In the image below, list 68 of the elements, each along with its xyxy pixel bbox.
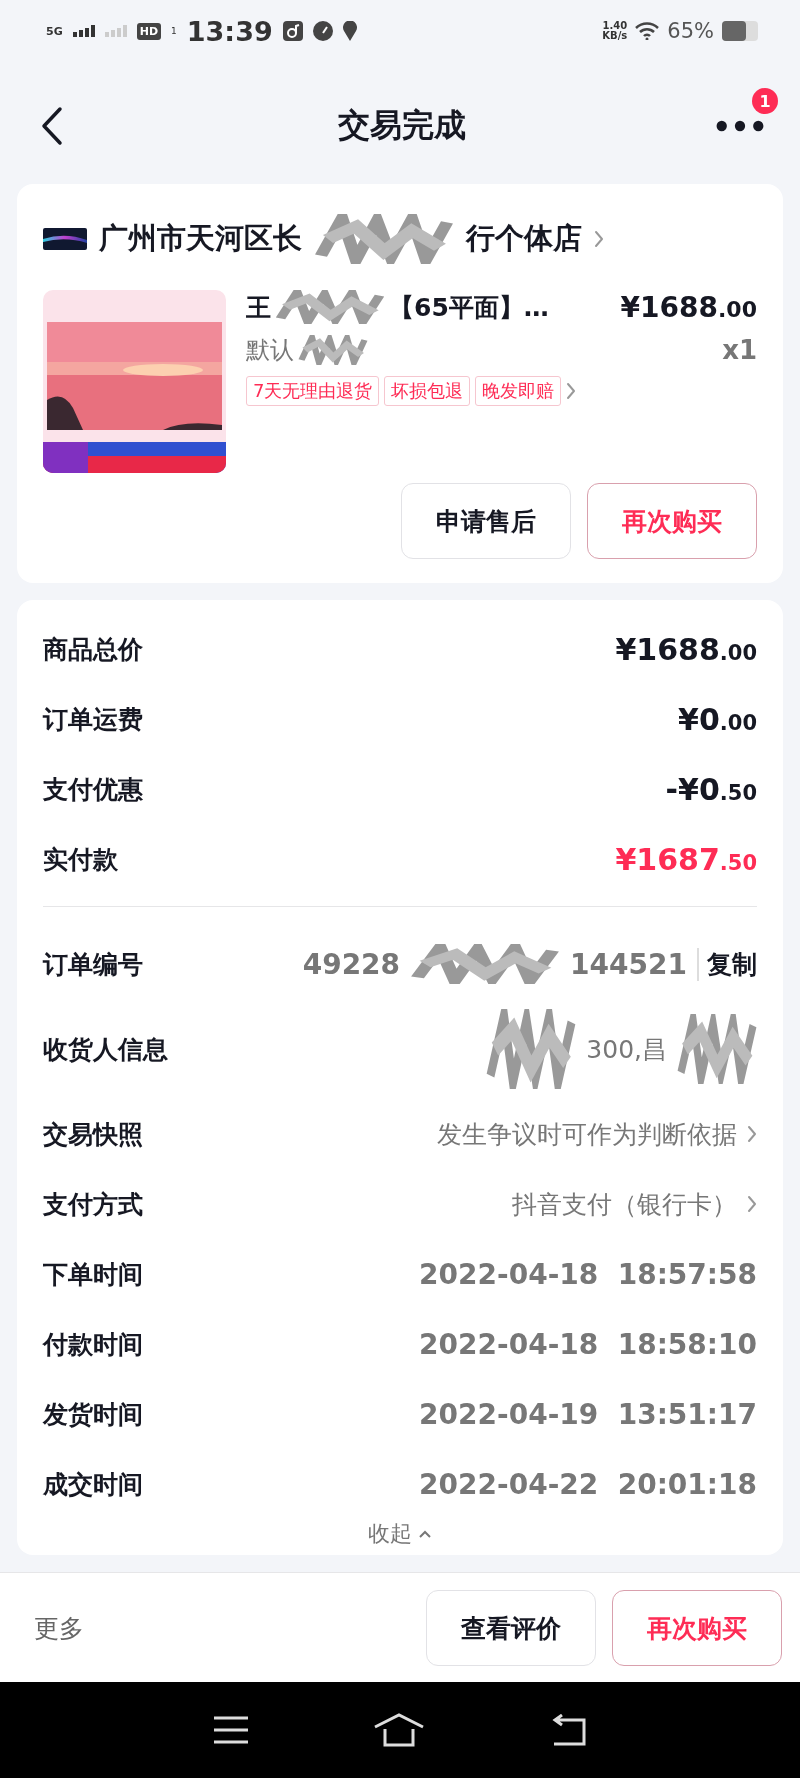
time-value: 2022-04-22 20:01:18 [419,1467,757,1501]
row-label: 付款时间 [43,1328,143,1361]
chevron-right-icon [747,1125,757,1143]
order-number: 144521 [570,947,687,981]
row-label: 商品总价 [43,633,143,666]
home-icon[interactable] [373,1713,425,1747]
amount: ¥0.00 [678,701,757,737]
order-number: 49228 [302,947,401,981]
battery-percent: 65% [667,19,714,43]
chevron-right-icon [566,382,577,400]
location-pin-icon [342,21,357,41]
signal-icon [72,25,95,37]
buy-again-button[interactable]: 再次购买 [587,483,757,559]
chevron-right-icon [747,1195,757,1213]
row-label: 订单运费 [43,703,143,736]
service-tag: 坏损包退 [384,376,471,406]
service-tag: 7天无理由退货 [246,376,380,406]
row-label: 交易快照 [43,1118,143,1151]
shop-logo-icon [43,228,87,250]
product-title[interactable]: 【65平面】… [389,290,549,324]
receiver-info: 300,昌 [586,1033,667,1066]
row-label: 实付款 [43,843,118,876]
product-price: ¥1688.00 [620,290,757,324]
music-note-icon [282,21,303,41]
row-label: 成交时间 [43,1468,143,1501]
shop-name[interactable]: 广州市天河区长 [99,219,302,259]
clock: 13:39 [186,15,273,47]
buy-again-button[interactable]: 再次购买 [612,1590,782,1666]
menu-icon[interactable] [211,1715,250,1745]
quantity: x1 [722,335,757,365]
row-label: 支付方式 [43,1188,143,1221]
view-review-button[interactable]: 查看评价 [426,1590,596,1666]
shop-name[interactable]: 行个体店 [466,219,582,259]
redaction-scribble [298,335,368,365]
page-title: 交易完成 [338,105,466,146]
time-value: 2022-04-19 13:51:17 [419,1397,757,1431]
row-value[interactable]: 抖音支付（银行卡） [512,1187,737,1221]
battery-icon [722,21,760,41]
chevron-right-icon [594,230,604,248]
signal-icon [104,25,127,37]
back-icon[interactable] [40,106,64,146]
time-value: 2022-04-18 18:57:58 [419,1257,757,1291]
row-label: 支付优惠 [43,773,143,806]
row-label: 收货人信息 [43,1033,168,1066]
speed-unit: KB/s [602,31,628,41]
collapse-link[interactable]: 收起 [368,1519,412,1549]
copy-button[interactable]: 复制 [697,947,757,981]
hd-label: HD [136,22,162,40]
product-spec: 默认 [246,335,294,366]
speedometer-icon [312,21,333,41]
service-tag: 晚发即赔 [475,376,562,406]
amount: ¥1687.50 [615,841,757,877]
time-value: 2022-04-18 18:58:10 [419,1327,757,1361]
row-label: 订单编号 [43,948,143,981]
row-label: 发货时间 [43,1398,143,1431]
after-sales-button[interactable]: 申请售后 [401,483,571,559]
chevron-up-icon [418,1529,432,1539]
amount: -¥0.50 [665,771,757,807]
more-link[interactable]: 更多 [34,1611,410,1645]
notification-badge: 1 [752,88,778,114]
product-title[interactable]: 王 [246,290,271,324]
network-label: 5G [46,24,63,38]
network-speed: 1.40 [602,21,628,31]
amount: ¥1688.00 [615,631,757,667]
wifi-icon [635,22,660,40]
row-label: 下单时间 [43,1258,143,1291]
sim-label: 1 [171,26,177,36]
row-value[interactable]: 发生争议时可作为判断依据 [437,1117,737,1151]
